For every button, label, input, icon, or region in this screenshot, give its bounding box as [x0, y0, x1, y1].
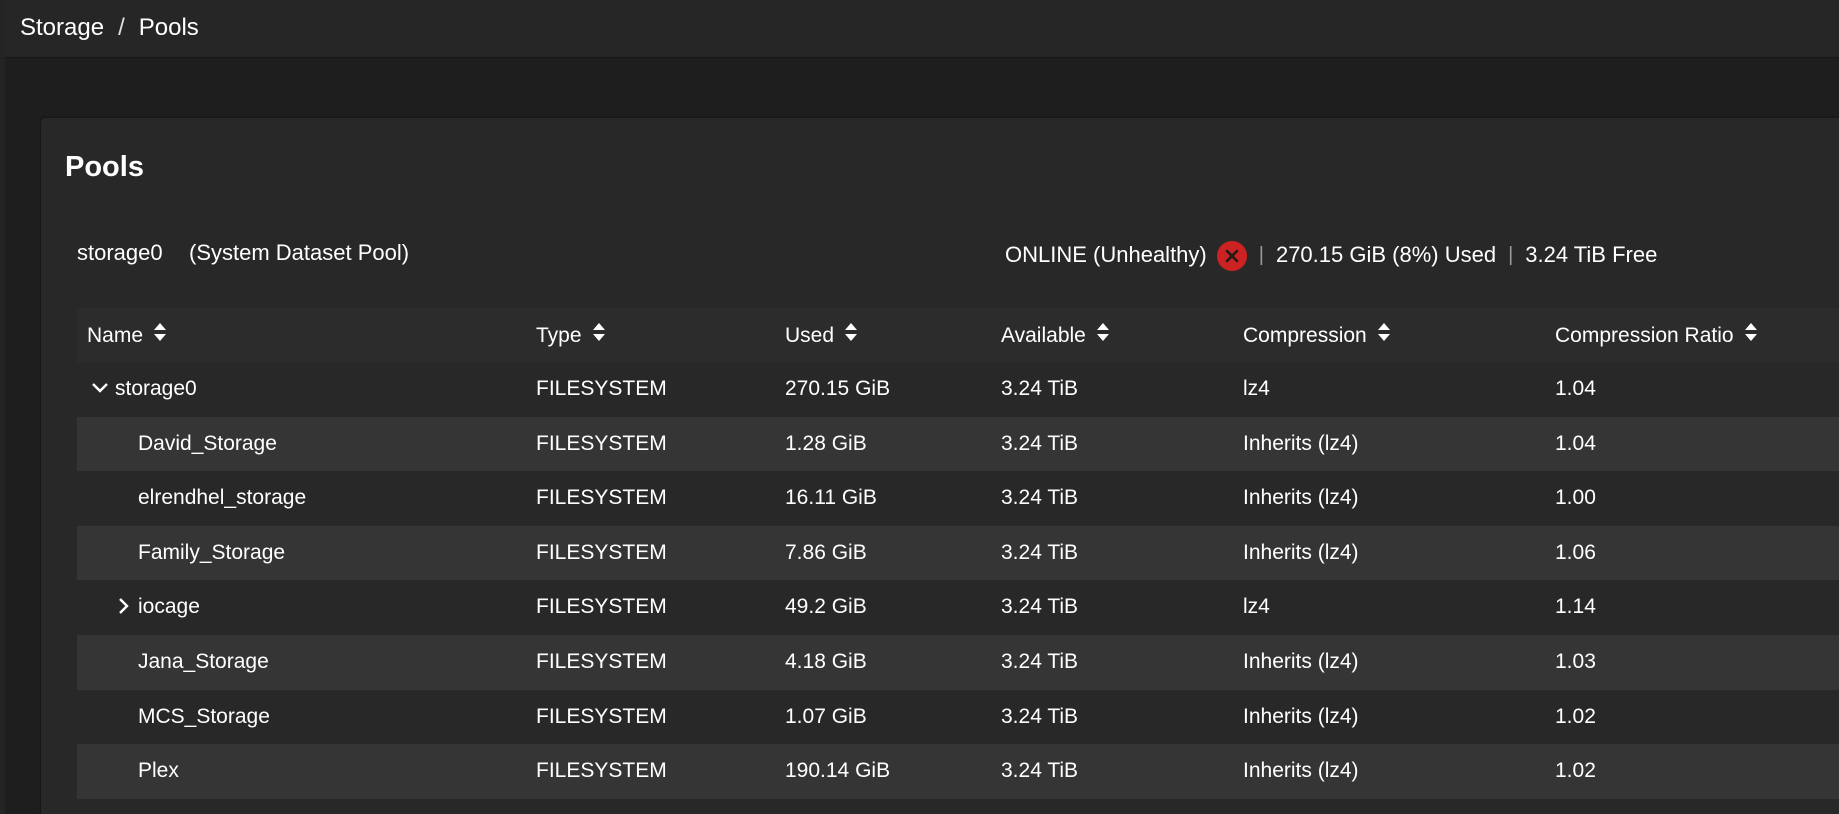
- cell-name: Jana_Storage: [138, 649, 269, 673]
- cell-compression-ratio: 1.06: [1555, 540, 1596, 564]
- cell-compression: Inherits (lz4): [1243, 431, 1359, 455]
- cell-used: 16.11 GiB: [785, 486, 877, 510]
- cell-available: 3.24 TiB: [1001, 759, 1079, 783]
- card-title: Pools: [65, 151, 144, 183]
- pool-status-summary: ONLINE (Unhealthy) | 270.15 GiB (8%) Use…: [1005, 240, 1658, 271]
- cell-available: 3.24 TiB: [1001, 595, 1079, 619]
- sort-icon[interactable]: [1744, 322, 1758, 349]
- pool-free: 3.24 TiB Free: [1525, 242, 1658, 267]
- table-header: Name Type Used Available Compression Com…: [77, 308, 1839, 362]
- cell-name: elrendhel_storage: [138, 486, 307, 510]
- cell-used: 1.28 GiB: [785, 431, 867, 455]
- divider: |: [1258, 244, 1264, 266]
- cell-type: FILESYSTEM: [536, 431, 667, 455]
- sort-icon[interactable]: [844, 322, 858, 349]
- cell-used: 1.07 GiB: [785, 704, 867, 728]
- cell-compression: Inherits (lz4): [1243, 540, 1359, 564]
- cell-compression: Inherits (lz4): [1243, 486, 1359, 510]
- cell-type: FILESYSTEM: [536, 377, 667, 400]
- cell-name: Plex: [138, 759, 179, 783]
- column-header-compression[interactable]: Compression: [1243, 322, 1391, 349]
- top-bar: Storage / Pools: [5, 0, 1839, 58]
- column-header-used[interactable]: Used: [785, 322, 858, 349]
- pool-used: 270.15 GiB (8%) Used: [1275, 242, 1497, 267]
- cell-used: 49.2 GiB: [785, 595, 867, 619]
- cell-name: storage0: [115, 377, 197, 400]
- breadcrumb: Storage / Pools: [20, 14, 199, 42]
- column-label: Name: [87, 323, 144, 347]
- cell-used: 190.14 GiB: [785, 759, 891, 783]
- dataset-table: Name Type Used Available Compression Com…: [77, 308, 1839, 799]
- column-header-available[interactable]: Available: [1001, 322, 1110, 349]
- breadcrumb-current: Pools: [138, 14, 199, 41]
- cell-type: FILESYSTEM: [536, 486, 667, 510]
- table-row[interactable]: David_Storage FILESYSTEM 1.28 GiB 3.24 TiB I…: [77, 416, 1839, 472]
- cell-compression-ratio: 1.02: [1555, 704, 1596, 728]
- cell-type: FILESYSTEM: [536, 704, 667, 728]
- cell-compression-ratio: 1.02: [1555, 759, 1596, 783]
- cell-used: 4.18 GiB: [785, 649, 867, 673]
- cell-compression-ratio: 1.04: [1555, 377, 1596, 400]
- divider: |: [1508, 244, 1514, 266]
- cell-available: 3.24 TiB: [1001, 540, 1079, 564]
- cell-available: 3.24 TiB: [1001, 486, 1079, 510]
- breadcrumb-storage-link[interactable]: Storage: [20, 14, 104, 41]
- column-header-name[interactable]: Name: [87, 322, 167, 349]
- cell-used: 270.15 GiB: [785, 377, 891, 400]
- pool-role: (System Dataset Pool): [189, 240, 410, 265]
- column-label: Compression: [1243, 323, 1367, 347]
- table-row[interactable]: elrendhel_storage FILESYSTEM 16.11 GiB 3.24…: [77, 471, 1839, 526]
- error-circle-icon[interactable]: [1216, 241, 1247, 271]
- sort-icon[interactable]: [1096, 322, 1110, 349]
- pools-card: Pools storage0 (System Dataset Pool) ONL…: [41, 118, 1839, 814]
- cell-compression-ratio: 1.14: [1555, 595, 1596, 619]
- column-label: Used: [785, 323, 835, 347]
- cell-available: 3.24 TiB: [1001, 377, 1079, 400]
- breadcrumb-separator: /: [118, 14, 125, 41]
- cell-name: David_Storage: [138, 431, 277, 455]
- cell-compression-ratio: 1.04: [1555, 431, 1596, 455]
- cell-compression: lz4: [1243, 595, 1270, 619]
- cell-available: 3.24 TiB: [1001, 431, 1079, 455]
- sort-icon[interactable]: [1377, 322, 1391, 349]
- cell-compression-ratio: 1.00: [1555, 486, 1596, 510]
- table-row[interactable]: Plex FILESYSTEM 190.14 GiB 3.24 TiB Inherits…: [77, 744, 1839, 799]
- pool-header: storage0 (System Dataset Pool) ONLINE (U…: [77, 240, 1839, 288]
- column-label: Compression Ratio: [1555, 323, 1734, 347]
- sort-icon[interactable]: [592, 322, 606, 349]
- table-row[interactable]: storage0 FILESYSTEM 270.15 GiB 3.24 TiB lz4 1…: [77, 362, 1839, 417]
- cell-name: MCS_Storage: [138, 704, 270, 728]
- cell-compression-ratio: 1.03: [1555, 649, 1596, 673]
- cell-available: 3.24 TiB: [1001, 649, 1079, 673]
- chevron-down-icon[interactable]: [90, 378, 110, 398]
- cell-name: Family_Storage: [138, 540, 286, 564]
- cell-used: 7.86 GiB: [785, 540, 867, 564]
- column-label: Type: [536, 323, 582, 347]
- column-header-compression-ratio[interactable]: Compression Ratio: [1555, 322, 1758, 349]
- pool-name: storage0: [77, 240, 163, 265]
- cell-type: FILESYSTEM: [536, 540, 667, 564]
- cell-type: FILESYSTEM: [536, 595, 667, 619]
- cell-compression: Inherits (lz4): [1243, 704, 1359, 728]
- sort-icon[interactable]: [153, 322, 167, 349]
- cell-compression: Inherits (lz4): [1243, 649, 1359, 673]
- cell-available: 3.24 TiB: [1001, 704, 1079, 728]
- column-header-type[interactable]: Type: [536, 322, 606, 349]
- table-row[interactable]: MCS_Storage FILESYSTEM 1.07 GiB 3.24 TiB Inh…: [77, 690, 1839, 745]
- table-body: storage0 FILESYSTEM 270.15 GiB 3.24 TiB lz4 1…: [77, 362, 1839, 799]
- table-row[interactable]: iocage FILESYSTEM 49.2 GiB 3.24 TiB lz4 1.14: [77, 580, 1839, 635]
- cell-type: FILESYSTEM: [536, 649, 667, 673]
- table-row[interactable]: Jana_Storage FILESYSTEM 4.18 GiB 3.24 TiB In…: [77, 634, 1839, 690]
- cell-compression: lz4: [1243, 377, 1270, 400]
- cell-compression: Inherits (lz4): [1243, 759, 1359, 783]
- column-label: Available: [1001, 323, 1086, 347]
- table-row[interactable]: Family_Storage FILESYSTEM 7.86 GiB 3.24 TiB…: [77, 525, 1839, 581]
- left-edge: [0, 0, 5, 814]
- cell-type: FILESYSTEM: [536, 759, 667, 783]
- chevron-right-icon[interactable]: [114, 596, 134, 616]
- cell-name: iocage: [138, 595, 200, 619]
- pool-status: ONLINE (Unhealthy): [1005, 242, 1207, 267]
